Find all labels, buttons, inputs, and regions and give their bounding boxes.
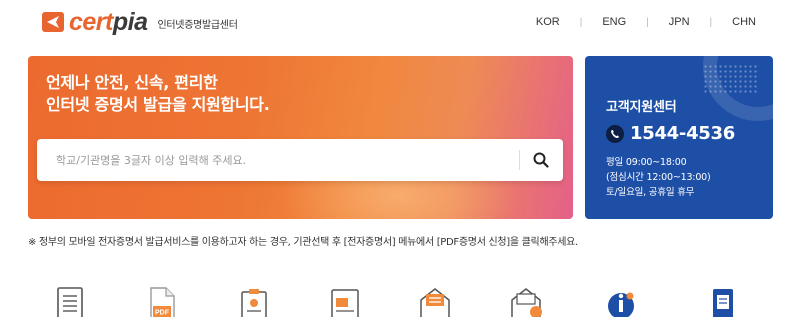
support-title: 고객지원센터	[606, 100, 677, 115]
language-selector: KOR | ENG | JPN | CHN	[536, 16, 756, 28]
mail-envelope-icon[interactable]	[418, 284, 450, 317]
lang-chn[interactable]: CHN	[732, 16, 756, 28]
logo-wordmark: certpia	[69, 8, 148, 36]
header: certpia 인터넷증명발급센터 KOR | ENG | JPN | CHN	[0, 0, 800, 48]
support-hours: 평일 09:00~18:00 (점심시간 12:00~13:00) 토/일요일,…	[606, 155, 711, 200]
pdf-document-icon[interactable]: PDF	[147, 284, 179, 317]
lang-divider: |	[646, 16, 649, 28]
customer-support-card: 고객지원센터 1544-4536 평일 09:00~18:00 (점심시간 12…	[585, 56, 773, 219]
support-phone-number: 1544-4536	[630, 123, 735, 144]
hero-title: 언제나 안전, 신속, 편리한 인터넷 증명서 발급을 지원합니다.	[46, 72, 270, 116]
mobile-certificate-notice: ※ 정부의 모바일 전자증명서 발급서비스를 이용하고자 하는 경우, 기관선택…	[28, 237, 578, 248]
logo-subtitle: 인터넷증명발급센터	[157, 19, 238, 31]
mail-search-icon[interactable]	[509, 284, 542, 317]
institution-search-box	[37, 139, 563, 181]
svg-text:PDF: PDF	[155, 310, 170, 317]
logo-mark-icon	[42, 10, 68, 34]
lang-eng[interactable]: ENG	[602, 16, 626, 28]
phone-icon	[606, 124, 624, 143]
info-person-icon[interactable]	[606, 284, 638, 317]
support-phone[interactable]: 1544-4536	[606, 123, 735, 144]
lang-jpn[interactable]: JPN	[669, 16, 690, 28]
folder-document-icon[interactable]	[329, 284, 361, 317]
hero-search-banner: 언제나 안전, 신속, 편리한 인터넷 증명서 발급을 지원합니다.	[28, 56, 573, 219]
support-hours-lunch: (점심시간 12:00~13:00)	[606, 172, 711, 183]
search-button[interactable]	[524, 144, 558, 176]
search-divider	[519, 150, 520, 170]
lang-divider: |	[709, 16, 713, 28]
certificate-document-icon[interactable]	[238, 284, 270, 317]
hero-title-line2: 인터넷 증명서 발급을 지원합니다.	[46, 95, 270, 114]
hero-title-line1: 언제나 안전, 신속, 편리한	[46, 73, 218, 92]
certpia-logo[interactable]: certpia 인터넷증명발급센터	[42, 8, 238, 36]
institution-search-input[interactable]	[37, 139, 517, 181]
document-icon[interactable]	[55, 284, 87, 317]
support-dots-decoration	[703, 64, 759, 94]
logo-pia: pia	[112, 8, 148, 36]
logo-cert: cert	[69, 8, 113, 36]
lang-kor[interactable]: KOR	[536, 16, 560, 28]
lang-divider: |	[579, 16, 583, 28]
service-icon-row: PDF	[0, 284, 800, 317]
support-hours-weekday: 평일 09:00~18:00	[606, 157, 687, 168]
search-icon	[533, 152, 549, 168]
support-hours-closed: 토/일요일, 공휴일 휴무	[606, 187, 695, 198]
mobile-document-icon[interactable]	[708, 284, 740, 317]
